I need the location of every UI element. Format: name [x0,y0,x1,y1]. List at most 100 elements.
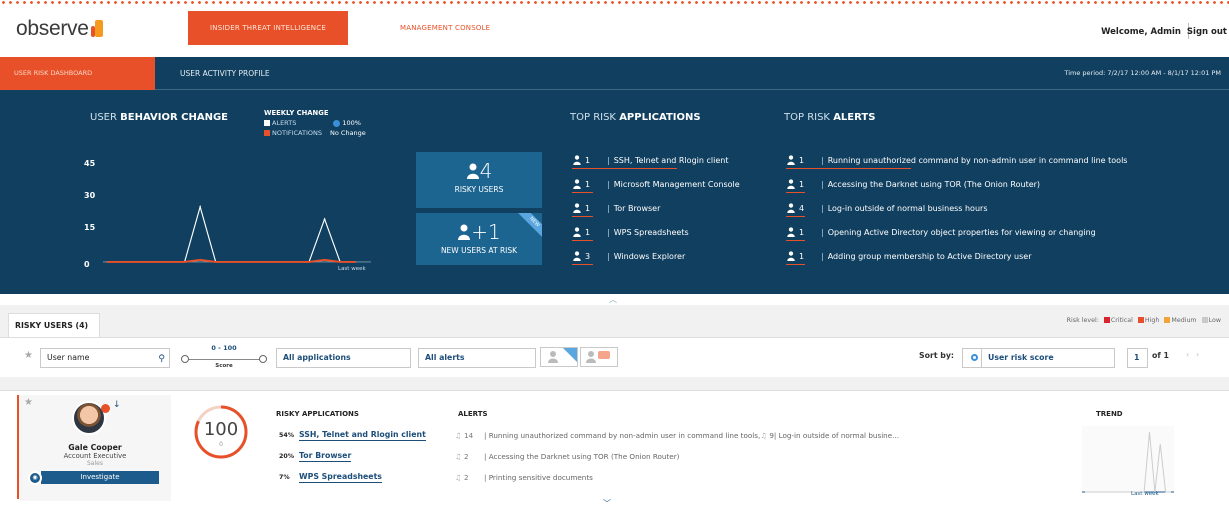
risky-users-section: RISKY USERS (4) Risk level: Critical Hig… [0,305,1229,508]
risky-users-count: 4 [416,159,542,183]
sort-by-label: Sort by: [919,351,955,360]
star-icon[interactable]: ★ [24,350,33,361]
investigate-icon[interactable]: ◉ [28,471,42,485]
user-alert-item[interactable]: ♫ 2 | Accessing the Darknet using TOR (The… [455,446,899,467]
bell-icon: ♫ [760,431,767,440]
tab-risky-users[interactable]: RISKY USERS (4) [8,313,100,337]
user-alert-item[interactable]: ♫ 2 | Printing sensitive documents [455,467,899,488]
top-alert-bar [786,167,912,169]
notifications-swatch-icon [264,130,270,136]
new-users-count: +1 [416,220,542,244]
alert-text: | Accessing the Darknet using TOR (The O… [484,452,680,461]
y-tick-label: 15 [84,223,96,232]
search-icon[interactable]: ⚲ [158,350,165,368]
alerts-change: 100% [342,119,361,127]
top-alerts-title: TOP RISK ALERTS [784,112,875,123]
top-app-item[interactable]: 1 | SSH, Telnet and Rlogin client [572,148,762,172]
star-icon[interactable]: ★ [24,397,33,408]
separator: | [607,203,610,213]
risk-level-medium: Medium [1171,317,1197,324]
risky-application-item[interactable]: 54% SSH, Telnet and Rlogin client [279,425,426,446]
user-department: Sales [87,460,103,467]
top-alerts-title-bold: ALERTS [833,112,876,123]
user-icon [787,227,795,237]
slider-max-handle[interactable] [259,355,267,363]
notifications-change: No Change [330,129,366,137]
risky-users-card[interactable]: 4 RISKY USERS [416,152,542,208]
top-alert-item[interactable]: 1 | Accessing the Darknet using TOR (The O… [786,172,1166,196]
user-row[interactable]: ★ ↓ Gale Cooper Account Executive Sales … [0,390,1229,508]
time-period[interactable]: Time period: 7/2/17 12:00 AM - 8/1/17 12… [1064,57,1221,90]
risky-application-item[interactable]: 20% Tor Browser [279,446,426,467]
top-app-item[interactable]: 1 | WPS Spreadsheets [572,220,762,244]
nav-management-console[interactable]: MANAGEMENT CONSOLE [400,11,490,45]
user-alert-item[interactable]: ♫ 14 | Running unauthorized command by non… [455,425,899,446]
page-input[interactable]: 1 [1127,348,1148,368]
user-alerts-list: ♫ 14 | Running unauthorized command by non… [455,425,899,488]
top-app-item[interactable]: 3 | Windows Explorer [572,244,762,268]
user-name-placeholder: User name [47,353,90,362]
user-name-search-input[interactable]: User name ⚲ [40,348,170,368]
new-users-filter-button[interactable] [540,347,578,367]
top-app-bar [572,215,593,217]
user-icon [573,179,581,189]
user-icon [787,155,795,165]
score-slider[interactable]: 0 - 100 Score [178,344,270,372]
top-app-bar [572,191,593,193]
tab-user-activity-profile[interactable]: USER ACTIVITY PROFILE [180,57,270,90]
top-app-bar [572,167,677,169]
top-app-name: Microsoft Management Console [613,179,740,189]
prev-page-icon[interactable]: ‹ [1186,350,1189,359]
risky-application-link[interactable]: SSH, Telnet and Rlogin client [299,430,426,441]
slider-track [185,359,263,360]
top-app-item[interactable]: 1 | Microsoft Management Console [572,172,762,196]
top-alert-count: 1 [799,155,805,165]
increase-icon [333,119,341,127]
separator: | [821,251,824,261]
risk-level-label: Risk level: [1066,317,1099,324]
expand-chevron-icon[interactable]: ﹀ [603,498,611,509]
signout-link[interactable]: Sign out [1187,27,1227,37]
weekly-alerts-row: ALERTS 100% [264,119,366,127]
bell-icon: ♫ [455,452,462,461]
risky-application-percent: 7% [279,474,290,481]
top-alert-item[interactable]: 1 | Adding group membership to Active Dire… [786,244,1166,268]
logo[interactable]: observe [16,17,103,41]
high-swatch-icon [1137,317,1144,323]
sort-select[interactable]: User risk score [981,348,1115,368]
top-alert-item[interactable]: 1 | Opening Active Directory object proper… [786,220,1166,244]
critical-swatch-icon [1103,317,1110,323]
risky-application-link[interactable]: Tor Browser [299,451,352,462]
data-point [199,206,201,208]
y-tick-label: 45 [84,159,96,168]
arrow-down-icon: ↓ [113,400,121,410]
nav-insider-threat[interactable]: INSIDER THREAT INTELLIGENCE [188,11,348,45]
collapse-chevron-icon[interactable]: ︿ [603,294,623,304]
new-users-card[interactable]: NEW +1 NEW USERS AT RISK [416,213,542,265]
separator: | [821,179,824,189]
risky-application-item[interactable]: 7% WPS Spreadsheets [279,467,426,488]
top-app-name: Tor Browser [613,203,661,213]
risk-score-sub: 0 [219,441,223,448]
top-alert-item[interactable]: 1 | Running unauthorized command by non-ad… [786,148,1166,172]
tab-user-risk-dashboard[interactable]: USER RISK DASHBOARD [0,57,155,90]
sort-direction-icon [970,354,978,361]
slider-min-handle[interactable] [181,355,189,363]
y-tick-label: 0 [84,260,90,269]
investigate-button[interactable]: Investigate [41,471,159,484]
filter-bar: ★ User name ⚲ 0 - 100 Score All applicat… [0,337,1229,377]
applications-select[interactable]: All applications [276,348,411,368]
x-axis-label: Last week [338,266,366,272]
top-alert-item[interactable]: 4 | Log-in outside of normal business hour… [786,196,1166,220]
medium-swatch-icon [1164,317,1171,323]
risk-level-legend: Risk level: Critical High Medium Low [1067,317,1221,324]
user-icon [573,251,581,261]
user-name[interactable]: Gale Cooper [20,443,170,452]
risky-user-filter-button[interactable] [580,347,618,367]
top-alerts-list: 1 | Running unauthorized command by non-ad… [786,148,1166,268]
top-app-item[interactable]: 1 | Tor Browser [572,196,762,220]
next-page-icon[interactable]: › [1196,350,1199,359]
bell-icon: ♫ [455,473,462,482]
risky-application-link[interactable]: WPS Spreadsheets [299,472,382,483]
alerts-select[interactable]: All alerts [418,348,536,368]
